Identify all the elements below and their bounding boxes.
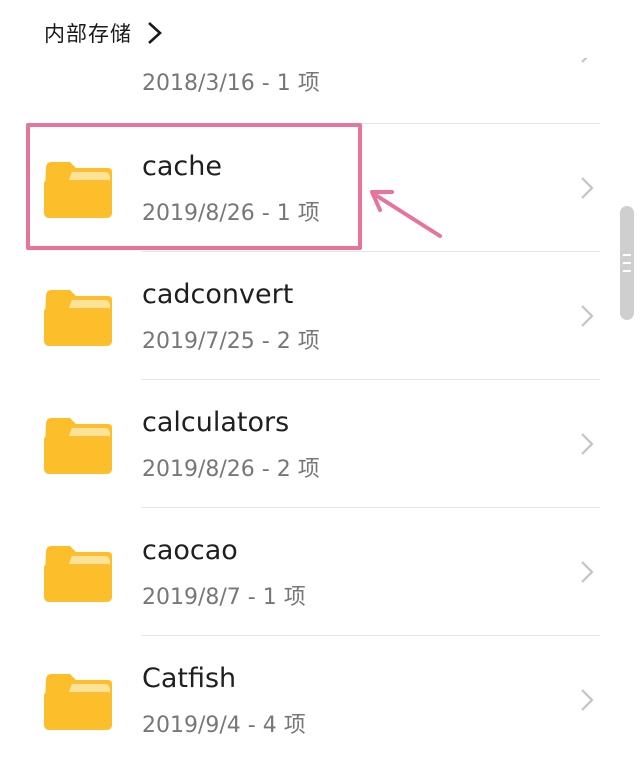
- folder-meta: 2019/8/7 - 1 项: [142, 585, 306, 610]
- folder-name: calculators: [142, 407, 290, 438]
- chevron-right-icon: [581, 561, 594, 583]
- scrollbar-grip: [623, 270, 631, 272]
- folder-icon: [44, 418, 112, 474]
- chevron-right-icon: [581, 689, 594, 711]
- folder-icon: [44, 290, 112, 346]
- breadcrumb[interactable]: 内部存储: [44, 14, 166, 52]
- folder-row-calculators[interactable]: calculators 2019/8/26 - 2 项: [0, 380, 600, 508]
- annotation-arrow-icon: [370, 190, 442, 238]
- folder-list: 2018/3/16 - 1 项 cache 2019/8/26 - 1 项 ca…: [0, 0, 640, 753]
- folder-row-catfish[interactable]: Catfish 2019/9/4 - 4 项: [0, 636, 600, 764]
- folder-meta: 2019/8/26 - 2 项: [142, 457, 320, 482]
- scrollbar[interactable]: [620, 206, 634, 320]
- chevron-right-icon: [148, 22, 162, 44]
- folder-name: caocao: [142, 535, 238, 566]
- annotation-highlight-box: [26, 123, 362, 250]
- folder-icon: [44, 674, 112, 730]
- folder-meta: 2018/3/16 - 1 项: [142, 71, 320, 96]
- chevron-right-icon: [581, 433, 594, 455]
- breadcrumb-internal-storage[interactable]: 内部存储: [44, 18, 132, 48]
- chevron-right-icon: [581, 177, 594, 199]
- folder-icon: [44, 546, 112, 602]
- folder-row-cadconvert[interactable]: cadconvert 2019/7/25 - 2 项: [0, 252, 600, 380]
- folder-meta: 2019/9/4 - 4 项: [142, 713, 306, 738]
- folder-name: Catfish: [142, 663, 237, 694]
- chevron-right-icon: [581, 305, 594, 327]
- folder-row-caocao[interactable]: caocao 2019/8/7 - 1 项: [0, 508, 600, 636]
- scrollbar-grip: [623, 254, 631, 256]
- folder-name: cadconvert: [142, 279, 294, 310]
- scrollbar-grip: [623, 262, 631, 264]
- folder-meta: 2019/7/25 - 2 项: [142, 329, 320, 354]
